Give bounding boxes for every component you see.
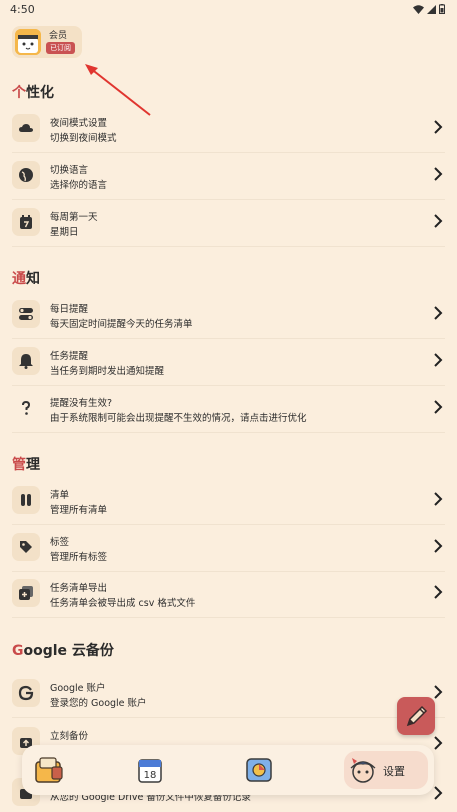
section-manage-title: 管理	[12, 457, 40, 473]
row-google-account[interactable]: Google 账户 登录您的 Google 账户	[12, 672, 445, 718]
row-subtitle: 每天固定时间提醒今天的任务清单	[50, 319, 193, 330]
chevron-right-icon	[434, 585, 443, 599]
row-night-mode[interactable]: 夜间模式设置 切换到夜间模式	[12, 107, 445, 153]
row-subtitle: 管理所有标签	[50, 552, 108, 563]
nav-tasks[interactable]	[32, 753, 66, 787]
row-title: 每日提醒	[50, 304, 89, 315]
row-title: 每周第一天	[50, 212, 98, 223]
row-reminder-help[interactable]: 提醒没有生效? 由于系统限制可能会出现提醒不生效的情况，请点击进行优化	[12, 387, 445, 433]
status-bar: 4:50	[0, 0, 457, 20]
section-backup-title: Google 云备份	[12, 643, 114, 659]
row-title: 切换语言	[50, 165, 89, 176]
chevron-right-icon	[434, 539, 443, 553]
row-title: 标签	[50, 537, 70, 548]
chevron-right-icon	[434, 120, 443, 134]
row-title: 提醒没有生效?	[50, 398, 113, 409]
chevron-right-icon	[434, 492, 443, 506]
row-title: 任务提醒	[50, 351, 89, 362]
pencil-icon	[406, 705, 428, 727]
settings-mascot-icon	[350, 758, 376, 783]
google-icon	[12, 679, 40, 707]
row-title: 立刻备份	[50, 731, 89, 742]
member-avatar	[15, 29, 41, 55]
new-task-button[interactable]	[397, 697, 435, 735]
row-subtitle: 当任务到期时发出通知提醒	[50, 366, 165, 377]
row-subtitle: 任务清单会被导出成 csv 格式文件	[50, 598, 196, 609]
status-time: 4:50	[10, 3, 35, 16]
nav-calendar[interactable]: 18	[134, 753, 168, 787]
chevron-right-icon	[434, 214, 443, 228]
row-subtitle: 星期日	[50, 227, 79, 238]
chevron-right-icon	[434, 306, 443, 320]
row-week-start[interactable]: 每周第一天 星期日	[12, 201, 445, 247]
status-icons	[413, 4, 445, 14]
row-title: 夜间模式设置	[50, 118, 108, 129]
row-subtitle: 登录您的 Google 账户	[50, 698, 147, 709]
battery-icon	[439, 4, 445, 14]
row-subtitle: 管理所有清单	[50, 505, 108, 516]
chevron-right-icon	[434, 786, 443, 800]
row-task-reminder[interactable]: 任务提醒 当任务到期时发出通知提醒	[12, 340, 445, 386]
row-title: Google 账户	[50, 683, 106, 694]
question-icon	[12, 394, 40, 422]
nav-stats[interactable]	[242, 753, 276, 787]
stats-icon	[246, 758, 272, 782]
svg-text:18: 18	[144, 770, 157, 781]
chevron-right-icon	[434, 736, 443, 750]
mascot-icon	[15, 29, 41, 55]
row-language[interactable]: 切换语言 选择你的语言	[12, 154, 445, 200]
globe-icon	[12, 161, 40, 189]
signal-icon	[427, 4, 436, 14]
row-subtitle: 选择你的语言	[50, 180, 108, 191]
bottom-navigation: 18 设置	[22, 745, 434, 795]
chevron-right-icon	[434, 353, 443, 367]
row-subtitle: 由于系统限制可能会出现提醒不生效的情况，请点击进行优化	[50, 413, 307, 424]
subscription-badge: 已订阅	[46, 42, 75, 54]
row-lists[interactable]: 清单 管理所有清单	[12, 479, 445, 525]
toggle-icon	[12, 300, 40, 328]
calendar-18-icon: 18	[138, 759, 162, 783]
section-notify-title: 通知	[12, 271, 40, 287]
row-title: 清单	[50, 490, 70, 501]
row-subtitle: 切换到夜间模式	[50, 133, 117, 144]
cloud-moon-icon	[12, 114, 40, 142]
folder-icon	[35, 757, 63, 783]
bell-icon	[12, 347, 40, 375]
row-daily-reminder[interactable]: 每日提醒 每天固定时间提醒今天的任务清单	[12, 293, 445, 339]
lists-icon	[12, 486, 40, 514]
row-tags[interactable]: 标签 管理所有标签	[12, 526, 445, 572]
section-personalize-title: 个性化	[12, 85, 54, 101]
row-export[interactable]: 任务清单导出 任务清单会被导出成 csv 格式文件	[12, 572, 445, 618]
member-card[interactable]: 会员 已订阅	[12, 26, 82, 58]
chevron-right-icon	[434, 167, 443, 181]
tag-icon	[12, 533, 40, 561]
chevron-right-icon	[434, 400, 443, 414]
member-label: 会员	[49, 31, 68, 41]
nav-settings-label[interactable]: 设置	[383, 763, 405, 779]
export-icon	[12, 579, 40, 607]
row-title: 任务清单导出	[50, 583, 108, 594]
nav-settings[interactable]	[346, 753, 380, 787]
calendar-icon	[12, 208, 40, 236]
wifi-icon	[413, 4, 424, 14]
